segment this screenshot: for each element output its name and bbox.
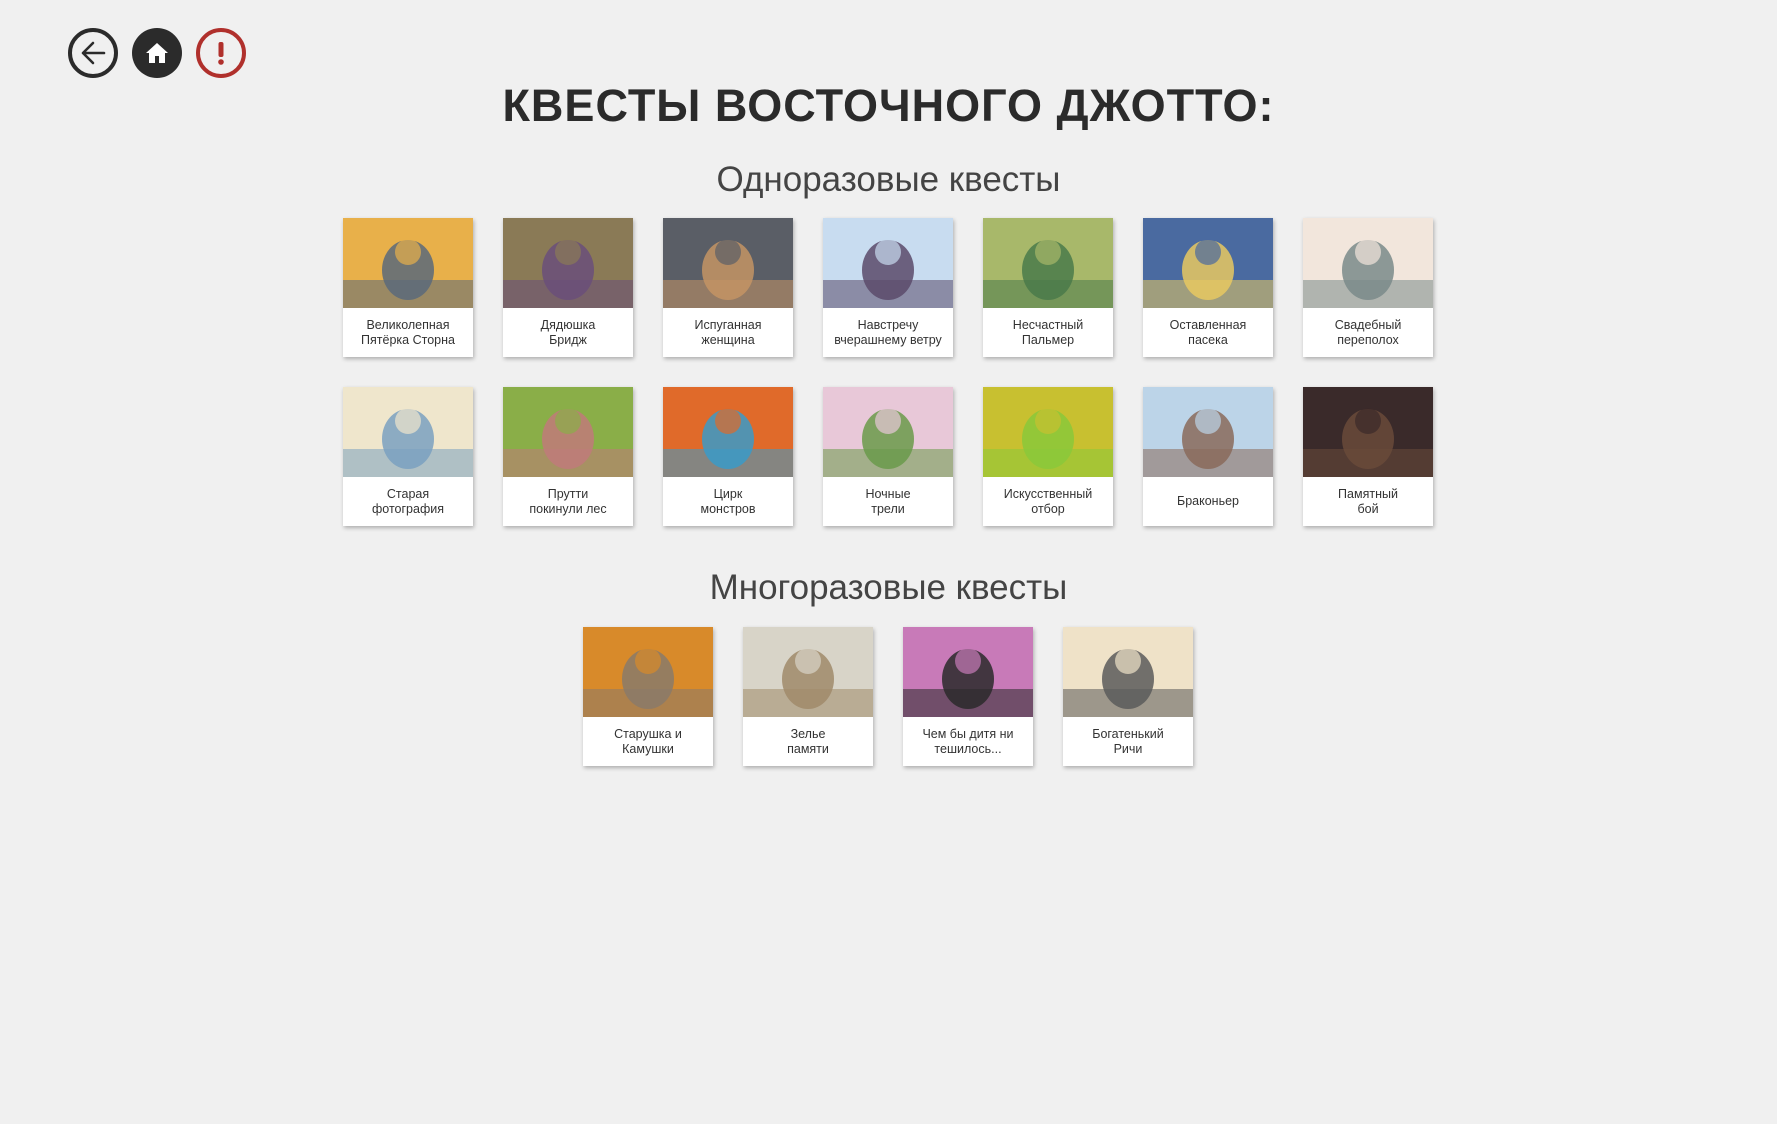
quest-card[interactable]: Богатенький Ричи (1063, 627, 1193, 766)
quest-card[interactable]: Дядюшка Бридж (503, 218, 633, 357)
quest-label: Дядюшка Бридж (540, 317, 596, 347)
quest-label: Несчастный Пальмер (1012, 317, 1084, 347)
quest-thumbnail (983, 218, 1113, 308)
repeatable-quest-grid: Старушка и Камушки Зелье памяти Чем бы дит… (583, 627, 1193, 766)
quest-card[interactable]: Ночные трели (823, 387, 953, 526)
quest-thumbnail (663, 218, 793, 308)
quest-label: Оставленная пасека (1169, 317, 1247, 347)
quest-label: Чем бы дитя ни тешилось... (922, 726, 1014, 756)
quest-label: Зелье памяти (787, 726, 829, 756)
quest-label: Браконьер (1177, 494, 1239, 508)
quest-card[interactable]: Свадебный переполох (1303, 218, 1433, 357)
quest-thumbnail (1303, 218, 1433, 308)
report-button[interactable] (196, 28, 246, 78)
quest-label: Свадебный переполох (1334, 317, 1402, 347)
arrow-left-icon (81, 41, 106, 65)
quest-thumbnail (1143, 387, 1273, 477)
quest-card[interactable]: Навстречу вчерашнему ветру (823, 218, 953, 357)
quest-card[interactable]: Несчастный Пальмер (983, 218, 1113, 357)
quest-thumbnail (823, 218, 953, 308)
quest-thumbnail (663, 387, 793, 477)
quest-label: Испуганная женщина (694, 317, 762, 347)
page-title: КВЕСТЫ ВОСТОЧНОГО ДЖОТТО: (502, 80, 1275, 131)
quest-label: Старая фотография (372, 486, 444, 516)
quest-thumbnail (343, 218, 473, 308)
quest-card[interactable]: Зелье памяти (743, 627, 873, 766)
quest-card[interactable]: Чем бы дитя ни тешилось... (903, 627, 1033, 766)
section-title-one-time: Одноразовые квесты (716, 160, 1061, 199)
quest-label: Навстречу вчерашнему ветру (834, 317, 942, 347)
quest-thumbnail (743, 627, 873, 717)
quest-card[interactable]: Старушка и Камушки (583, 627, 713, 766)
quest-label: Цирк монстров (700, 486, 756, 516)
quest-card[interactable]: Великолепная Пятёрка Сторна (343, 218, 473, 357)
quest-card[interactable]: Прутти покинули лес (503, 387, 633, 526)
quest-thumbnail (903, 627, 1033, 717)
quest-thumbnail (583, 627, 713, 717)
quest-card[interactable]: Памятный бой (1303, 387, 1433, 526)
top-nav (68, 28, 246, 78)
quest-label: Прутти покинули лес (529, 486, 607, 516)
exclamation-icon (218, 42, 224, 65)
quest-thumbnail (823, 387, 953, 477)
quest-thumbnail (503, 387, 633, 477)
quest-label: Богатенький Ричи (1092, 726, 1164, 756)
quest-thumbnail (1063, 627, 1193, 717)
back-button[interactable] (68, 28, 118, 78)
quest-thumbnail (983, 387, 1113, 477)
home-button[interactable] (132, 28, 182, 78)
quest-thumbnail (503, 218, 633, 308)
quest-label: Великолепная Пятёрка Сторна (361, 317, 455, 347)
home-icon (146, 43, 168, 63)
quest-label: Памятный бой (1338, 486, 1398, 516)
quest-thumbnail (1303, 387, 1433, 477)
quest-label: Старушка и Камушки (614, 726, 682, 756)
quest-thumbnail (343, 387, 473, 477)
quest-card[interactable]: Искусственный отбор (983, 387, 1113, 526)
quest-card[interactable]: Цирк монстров (663, 387, 793, 526)
section-title-repeatable: Многоразовые квесты (709, 568, 1068, 607)
quest-card[interactable]: Браконьер (1143, 387, 1273, 526)
quest-card[interactable]: Испуганная женщина (663, 218, 793, 357)
quest-label: Искусственный отбор (1003, 486, 1093, 516)
quest-thumbnail (1143, 218, 1273, 308)
quest-card[interactable]: Старая фотография (343, 387, 473, 526)
quest-label: Ночные трели (865, 486, 911, 516)
one-time-quest-grid: Великолепная Пятёрка Сторна Дядюшка Бридж… (343, 218, 1433, 526)
quest-card[interactable]: Оставленная пасека (1143, 218, 1273, 357)
